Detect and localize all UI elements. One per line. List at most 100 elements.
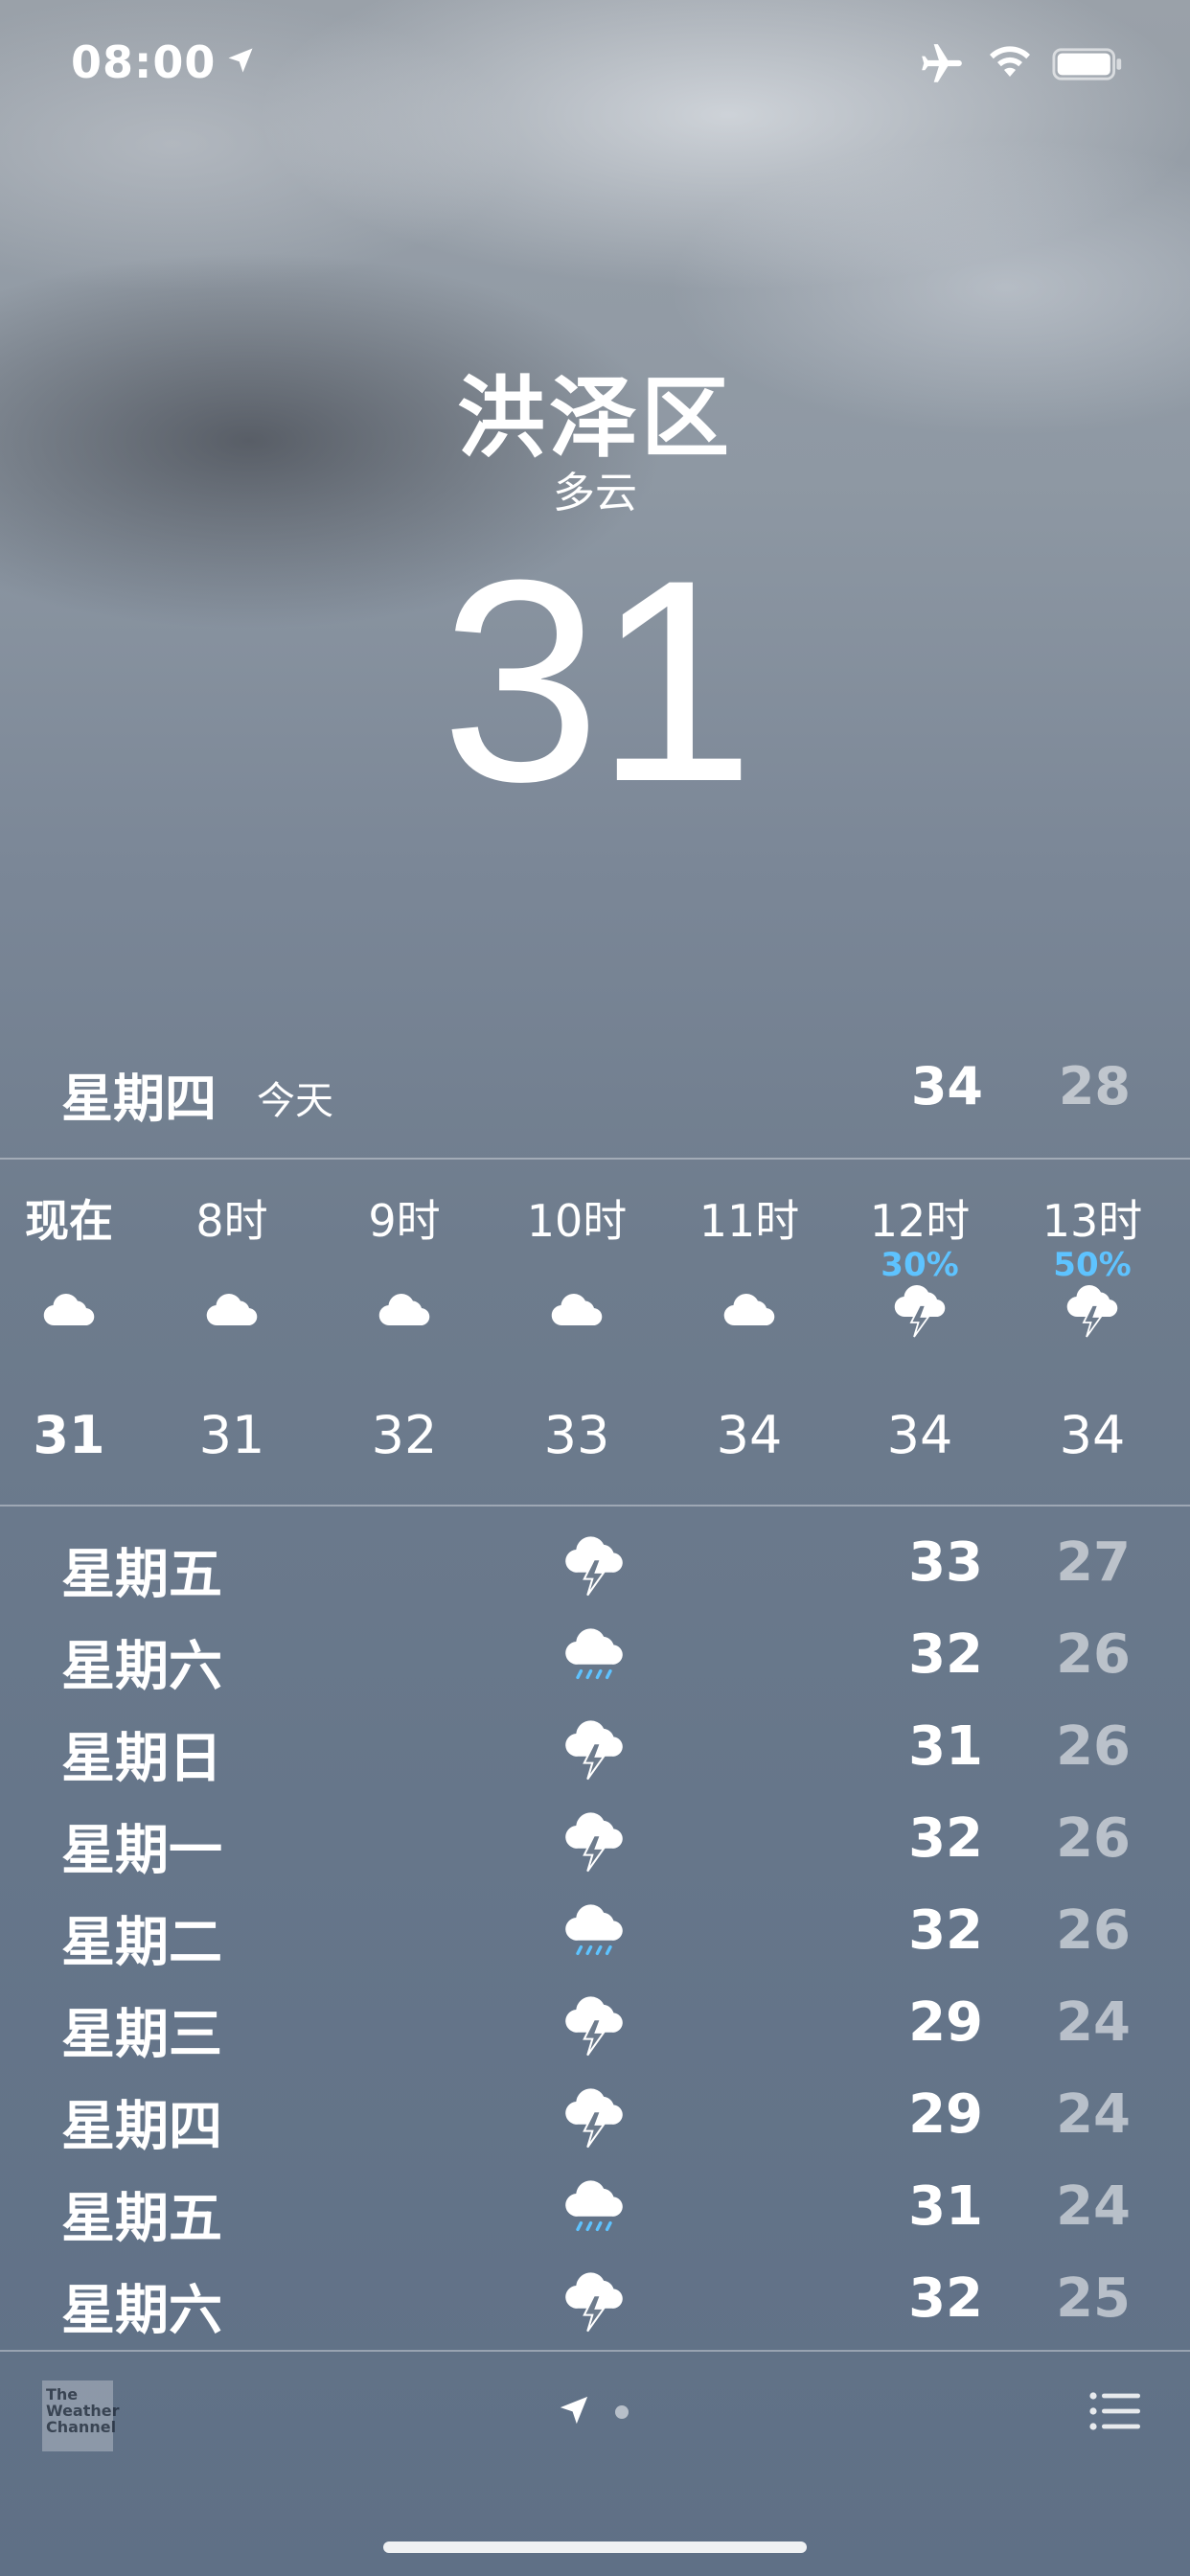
thunderstorm-icon bbox=[561, 2085, 627, 2150]
thunderstorm-icon bbox=[561, 1809, 627, 1874]
list-icon[interactable] bbox=[1088, 2390, 1142, 2432]
hour-temp: 34 bbox=[716, 1405, 783, 1465]
daily-low: 26 bbox=[1056, 1715, 1131, 1778]
daily-high: 31 bbox=[908, 1715, 983, 1778]
cloud-icon bbox=[40, 1282, 98, 1340]
logo-text: Channel bbox=[46, 2418, 117, 2436]
daily-row: 星期五 31 24 bbox=[0, 2168, 1190, 2260]
hour-temp: 31 bbox=[33, 1405, 105, 1465]
today-summary: 星期四 今天 34 28 bbox=[0, 1052, 1190, 1158]
hourly-forecast[interactable]: 现在 31 8时 31 9时 32 10时 33 11时 34 12时 30% … bbox=[0, 1160, 1190, 1505]
hour-time: 10时 bbox=[526, 1195, 628, 1247]
city-name: 洪泽区 bbox=[456, 367, 733, 470]
page-dot[interactable] bbox=[615, 2405, 629, 2419]
rain-icon bbox=[561, 1901, 627, 1966]
logo-text: The bbox=[46, 2385, 79, 2404]
cloud-icon bbox=[721, 1282, 778, 1340]
hour-time: 13时 bbox=[1041, 1195, 1143, 1247]
daily-day: 星期二 bbox=[61, 1912, 222, 1974]
hour-time: 现在 bbox=[25, 1195, 113, 1247]
hour-precip: 30% bbox=[881, 1246, 959, 1284]
daily-row: 星期日 31 26 bbox=[0, 1708, 1190, 1800]
today-day: 星期四 bbox=[61, 1069, 217, 1129]
hour-temp: 32 bbox=[371, 1405, 438, 1465]
daily-day: 星期三 bbox=[61, 2004, 222, 2066]
hour-temp: 34 bbox=[1059, 1405, 1126, 1465]
rain-icon bbox=[561, 2177, 627, 2242]
thunderstorm-icon bbox=[1064, 1282, 1121, 1340]
daily-high: 33 bbox=[908, 1531, 983, 1594]
daily-high: 32 bbox=[908, 2267, 983, 2330]
daily-low: 24 bbox=[1056, 2083, 1131, 2146]
thunderstorm-icon bbox=[561, 2269, 627, 2334]
location-arrow-icon[interactable] bbox=[558, 2394, 590, 2426]
daily-day: 星期四 bbox=[61, 2096, 222, 2158]
daily-day: 星期六 bbox=[61, 2280, 222, 2342]
daily-row: 星期二 32 26 bbox=[0, 1892, 1190, 1984]
today-high: 34 bbox=[910, 1056, 983, 1116]
today-label: 今天 bbox=[257, 1079, 333, 1123]
daily-row: 星期六 32 26 bbox=[0, 1616, 1190, 1708]
hour-item: 11时 34 bbox=[663, 1160, 835, 1505]
weather-channel-logo[interactable]: The Weather Channel bbox=[42, 2380, 120, 2451]
daily-low: 26 bbox=[1056, 1623, 1131, 1686]
thunderstorm-icon bbox=[561, 1717, 627, 1782]
current-temperature: 31 bbox=[441, 519, 755, 841]
logo-text: Weather bbox=[46, 2402, 120, 2420]
thunderstorm-icon bbox=[891, 1282, 949, 1340]
daily-low: 25 bbox=[1056, 2267, 1131, 2330]
divider bbox=[0, 1505, 1190, 1506]
daily-high: 29 bbox=[908, 2083, 983, 2146]
daily-high: 29 bbox=[908, 1991, 983, 2054]
daily-row: 星期五 33 27 bbox=[0, 1524, 1190, 1616]
daily-day: 星期日 bbox=[61, 1728, 222, 1790]
hour-time: 12时 bbox=[869, 1195, 971, 1247]
daily-day: 星期一 bbox=[61, 1820, 222, 1882]
daily-low: 26 bbox=[1056, 1807, 1131, 1870]
daily-low: 24 bbox=[1056, 1991, 1131, 2054]
daily-high: 32 bbox=[908, 1807, 983, 1870]
home-indicator[interactable] bbox=[383, 2542, 807, 2553]
daily-row: 星期四 29 24 bbox=[0, 2076, 1190, 2168]
hour-item: 9时 32 bbox=[318, 1160, 491, 1505]
daily-low: 24 bbox=[1056, 2175, 1131, 2238]
rain-icon bbox=[561, 1625, 627, 1690]
daily-row: 星期一 32 26 bbox=[0, 1800, 1190, 1892]
hour-item: 现在 31 bbox=[0, 1160, 155, 1505]
hour-temp: 31 bbox=[198, 1405, 265, 1465]
cloud-icon bbox=[203, 1282, 261, 1340]
hour-item: 10时 33 bbox=[491, 1160, 663, 1505]
hour-time: 9时 bbox=[368, 1195, 441, 1247]
hour-item: 12时 30% 34 bbox=[834, 1160, 1006, 1505]
status-time: 08:00 bbox=[71, 36, 217, 88]
daily-day: 星期五 bbox=[61, 2188, 222, 2250]
wifi-icon bbox=[990, 46, 1030, 77]
daily-high: 32 bbox=[908, 1899, 983, 1962]
airplane-icon bbox=[922, 44, 962, 82]
bottom-toolbar: The Weather Channel bbox=[0, 2352, 1190, 2576]
battery-icon bbox=[1052, 48, 1122, 80]
hour-item: 8时 31 bbox=[146, 1160, 318, 1505]
hour-time: 8时 bbox=[195, 1195, 268, 1247]
daily-low: 26 bbox=[1056, 1899, 1131, 1962]
daily-row: 星期六 32 25 bbox=[0, 2260, 1190, 2352]
cloud-icon bbox=[376, 1282, 433, 1340]
weather-condition: 多云 bbox=[553, 469, 637, 518]
cloud-icon bbox=[548, 1282, 606, 1340]
daily-day: 星期六 bbox=[61, 1636, 222, 1698]
location-arrow-icon bbox=[228, 48, 253, 73]
status-bar: 08:00 bbox=[0, 0, 1190, 129]
today-low: 28 bbox=[1058, 1056, 1131, 1116]
daily-low: 27 bbox=[1056, 1531, 1131, 1594]
daily-high: 32 bbox=[908, 1623, 983, 1686]
hour-item: 13时 50% 34 bbox=[1006, 1160, 1179, 1505]
hour-time: 11时 bbox=[698, 1195, 800, 1247]
thunderstorm-icon bbox=[561, 1533, 627, 1598]
daily-day: 星期五 bbox=[61, 1544, 222, 1606]
hour-temp: 34 bbox=[886, 1405, 953, 1465]
hour-temp: 33 bbox=[543, 1405, 610, 1465]
daily-row: 星期三 29 24 bbox=[0, 1984, 1190, 2076]
daily-high: 31 bbox=[908, 2175, 983, 2238]
hour-precip: 50% bbox=[1053, 1246, 1132, 1284]
thunderstorm-icon bbox=[561, 1993, 627, 2058]
